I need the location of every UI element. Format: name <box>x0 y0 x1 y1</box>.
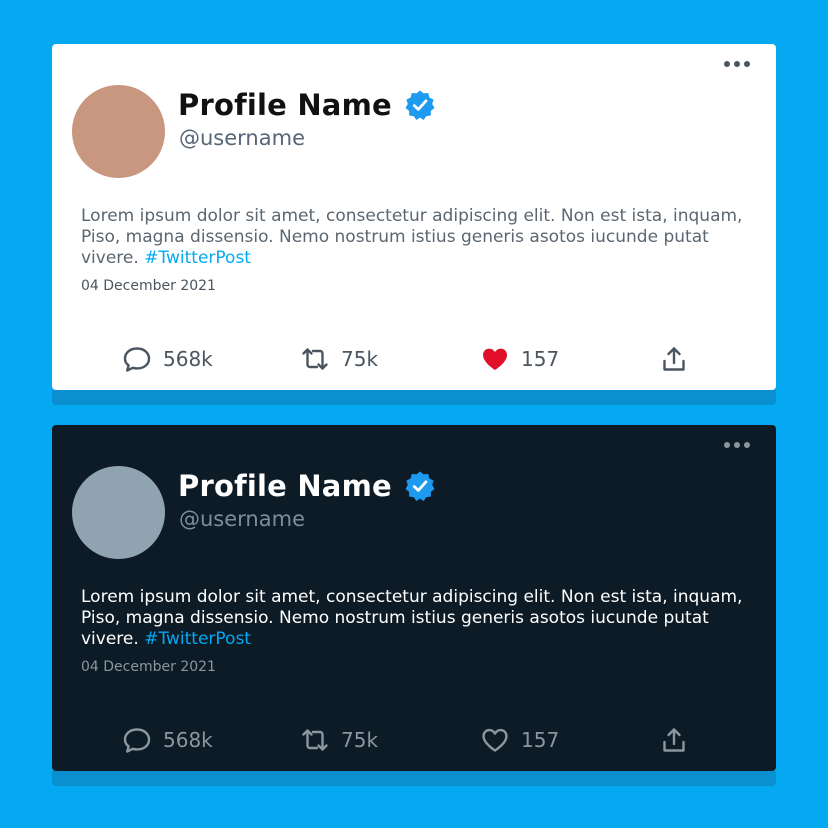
heart-outline-icon <box>482 728 508 752</box>
tweet-text: Lorem ipsum dolor sit amet, consectetur … <box>81 206 753 269</box>
retweet-button[interactable]: 75k <box>300 342 378 376</box>
reply-button[interactable]: 568k <box>122 723 213 757</box>
name-row: Profile Name <box>178 88 436 122</box>
like-count: 157 <box>521 728 560 752</box>
verified-badge-icon <box>405 471 435 501</box>
post-date: 04 December 2021 <box>81 278 216 294</box>
share-icon <box>663 728 685 752</box>
username[interactable]: @username <box>179 126 305 150</box>
avatar[interactable] <box>72 466 165 559</box>
more-options-button[interactable] <box>724 58 756 70</box>
avatar[interactable] <box>72 85 165 178</box>
hashtag-link[interactable]: #TwitterPost <box>144 629 251 649</box>
share-button[interactable] <box>659 723 689 757</box>
comment-icon <box>123 347 151 372</box>
hashtag-link[interactable]: #TwitterPost <box>144 248 251 268</box>
retweet-count: 75k <box>341 347 379 371</box>
action-bar: 568k 75k 157 <box>52 342 776 376</box>
more-dots-icon <box>724 61 730 67</box>
card-shadow <box>52 771 776 786</box>
retweet-count: 75k <box>341 728 379 752</box>
share-button[interactable] <box>659 342 689 376</box>
reply-count: 568k <box>163 728 213 752</box>
like-button[interactable]: 157 <box>480 723 559 757</box>
comment-icon <box>123 728 151 753</box>
action-bar: 568k 75k 157 <box>52 723 776 757</box>
username[interactable]: @username <box>179 507 305 531</box>
tweet-card-light: Profile Name @username Lorem ipsum dolor… <box>52 44 776 390</box>
profile-name[interactable]: Profile Name <box>178 88 392 122</box>
reply-count: 568k <box>163 347 213 371</box>
card-shadow <box>52 390 776 405</box>
heart-filled-icon <box>483 348 507 370</box>
like-button[interactable]: 157 <box>480 342 559 376</box>
reply-button[interactable]: 568k <box>122 342 213 376</box>
more-dots-icon <box>724 442 730 448</box>
verified-badge-icon <box>405 90 435 120</box>
share-icon <box>663 347 685 371</box>
retweet-icon <box>302 348 328 370</box>
tweet-text: Lorem ipsum dolor sit amet, consectetur … <box>81 587 753 650</box>
tweet-card-dark: Profile Name @username Lorem ipsum dolor… <box>52 425 776 771</box>
retweet-button[interactable]: 75k <box>300 723 378 757</box>
like-count: 157 <box>521 347 560 371</box>
more-options-button[interactable] <box>724 439 756 451</box>
name-row: Profile Name <box>178 469 436 503</box>
profile-name[interactable]: Profile Name <box>178 469 392 503</box>
retweet-icon <box>302 729 328 751</box>
post-date: 04 December 2021 <box>81 659 216 675</box>
